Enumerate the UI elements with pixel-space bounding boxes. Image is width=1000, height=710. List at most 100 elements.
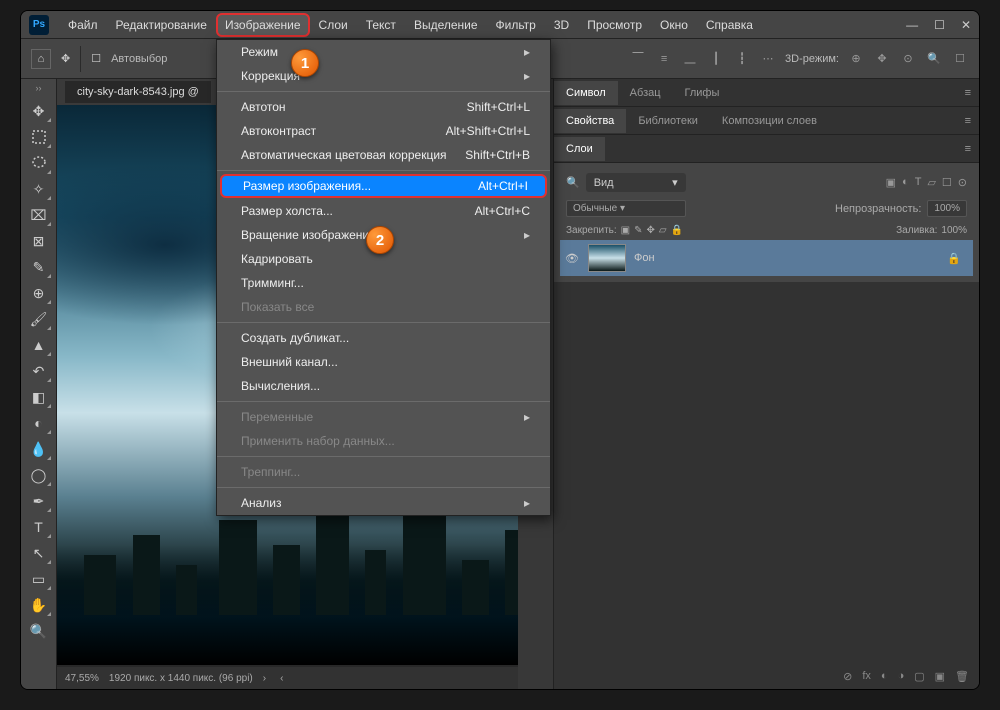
tab-glyphs[interactable]: Глифы: [673, 81, 732, 105]
3d-zoom-icon[interactable]: ⊙: [899, 50, 917, 68]
align-left-icon[interactable]: ┃: [707, 50, 725, 68]
menu-item-trim[interactable]: Тримминг...: [217, 271, 550, 295]
layer-filter-select[interactable]: Вид▾: [586, 173, 686, 192]
gradient-tool[interactable]: ◐: [26, 411, 52, 435]
panel-menu-icon[interactable]: ≡: [957, 143, 979, 155]
autoselect-checkbox[interactable]: ☐: [91, 52, 101, 65]
more-icon[interactable]: ⋯: [759, 50, 777, 68]
close-button[interactable]: ✕: [961, 18, 971, 32]
marquee-tool[interactable]: [26, 125, 52, 149]
link-layers-icon[interactable]: ⊘: [843, 670, 852, 683]
hand-tool[interactable]: ✋: [26, 593, 52, 617]
filter-toggle-icon[interactable]: ⊙: [958, 176, 967, 189]
dodge-tool[interactable]: ◯: [26, 463, 52, 487]
menu-text[interactable]: Текст: [357, 13, 405, 37]
panel-menu-icon[interactable]: ≡: [957, 115, 979, 127]
shape-tool[interactable]: ▭: [26, 567, 52, 591]
adjustment-icon[interactable]: ◑: [898, 670, 905, 682]
tab-layer-comps[interactable]: Композиции слоев: [710, 109, 829, 133]
eyedropper-tool[interactable]: ✎: [26, 255, 52, 279]
expand-tools-icon[interactable]: ››: [36, 83, 42, 97]
menu-3d[interactable]: 3D: [545, 13, 578, 37]
menu-select[interactable]: Выделение: [405, 13, 487, 37]
pen-tool[interactable]: ✒: [26, 489, 52, 513]
tab-libraries[interactable]: Библиотеки: [626, 109, 710, 133]
fx-icon[interactable]: fx: [862, 670, 871, 682]
layer-row-background[interactable]: 👁 Фон 🔒: [560, 240, 973, 276]
menu-help[interactable]: Справка: [697, 13, 762, 37]
3d-pan-icon[interactable]: ✥: [873, 50, 891, 68]
home-icon[interactable]: ⌂: [31, 49, 51, 69]
share-icon[interactable]: ☐: [951, 50, 969, 68]
menu-item-adjustments[interactable]: Коррекция▸: [217, 64, 550, 88]
status-nav-left-icon[interactable]: ‹: [280, 673, 283, 684]
menu-item-mode[interactable]: Режим▸: [217, 40, 550, 64]
menu-item-image-size[interactable]: Размер изображения...Alt+Ctrl+I: [220, 174, 547, 198]
menu-item-autotone[interactable]: АвтотонShift+Ctrl+L: [217, 95, 550, 119]
filter-pixel-icon[interactable]: ▣: [886, 176, 896, 189]
menu-item-duplicate[interactable]: Создать дубликат...: [217, 326, 550, 350]
group-icon[interactable]: ▢: [914, 670, 924, 683]
menu-image[interactable]: Изображение: [216, 13, 310, 37]
menu-layers[interactable]: Слои: [310, 13, 357, 37]
fill-value[interactable]: 100%: [941, 225, 967, 236]
move-tool[interactable]: ✥: [26, 99, 52, 123]
history-brush-tool[interactable]: ↶: [26, 359, 52, 383]
tab-layers[interactable]: Слои: [554, 137, 605, 161]
menu-item-apply-image[interactable]: Внешний канал...: [217, 350, 550, 374]
stamp-tool[interactable]: ▲: [26, 333, 52, 357]
frame-tool[interactable]: ⊠: [26, 229, 52, 253]
menu-item-calculations[interactable]: Вычисления...: [217, 374, 550, 398]
lock-all-icon[interactable]: 🔒: [671, 225, 683, 236]
filter-adjust-icon[interactable]: ◐: [902, 176, 909, 189]
layer-name[interactable]: Фон: [634, 252, 655, 264]
document-tab[interactable]: city-sky-dark-8543.jpg @: [65, 81, 211, 103]
menu-item-autocolor[interactable]: Автоматическая цветовая коррекцияShift+C…: [217, 143, 550, 167]
opacity-value[interactable]: 100%: [927, 200, 967, 217]
maximize-button[interactable]: ☐: [934, 18, 945, 32]
zoom-tool[interactable]: 🔍: [26, 619, 52, 643]
zoom-level[interactable]: 47,55%: [65, 673, 99, 684]
menu-item-canvas-size[interactable]: Размер холста...Alt+Ctrl+C: [217, 199, 550, 223]
blur-tool[interactable]: 💧: [26, 437, 52, 461]
filter-smart-icon[interactable]: ☐: [942, 176, 952, 189]
menu-filter[interactable]: Фильтр: [487, 13, 545, 37]
status-chevron-icon[interactable]: ›: [263, 673, 266, 684]
lasso-tool[interactable]: [26, 151, 52, 175]
filter-type-icon[interactable]: T: [915, 176, 922, 189]
menu-item-analysis[interactable]: Анализ▸: [217, 491, 550, 515]
menu-view[interactable]: Просмотр: [578, 13, 651, 37]
crop-tool[interactable]: ⌧: [26, 203, 52, 227]
tab-properties[interactable]: Свойства: [554, 109, 626, 133]
eraser-tool[interactable]: ◧: [26, 385, 52, 409]
panel-menu-icon[interactable]: ≡: [957, 87, 979, 99]
align-bottom-icon[interactable]: ⎽: [681, 50, 699, 68]
align-hcenter-icon[interactable]: ┇: [733, 50, 751, 68]
menu-edit[interactable]: Редактирование: [107, 13, 216, 37]
menu-window[interactable]: Окно: [651, 13, 697, 37]
wand-tool[interactable]: ✧: [26, 177, 52, 201]
align-top-icon[interactable]: ⎺: [629, 50, 647, 68]
lock-pixels-icon[interactable]: ▣: [621, 225, 630, 236]
delete-icon[interactable]: 🗑: [955, 670, 969, 683]
lock-artboard-icon[interactable]: ▱: [659, 225, 667, 236]
filter-shape-icon[interactable]: ▱: [927, 176, 935, 189]
tab-character[interactable]: Символ: [554, 81, 618, 105]
align-vcenter-icon[interactable]: ≡: [655, 50, 673, 68]
mask-icon[interactable]: ◐: [881, 670, 888, 682]
lock-position-icon[interactable]: ✎: [634, 225, 642, 236]
menu-item-autocontrast[interactable]: АвтоконтрастAlt+Shift+Ctrl+L: [217, 119, 550, 143]
filter-search-icon[interactable]: 🔍: [566, 176, 580, 189]
blend-mode-select[interactable]: Обычные ▾: [566, 200, 686, 217]
lock-icon[interactable]: 🔒: [947, 252, 969, 265]
minimize-button[interactable]: —: [906, 18, 918, 32]
menu-file[interactable]: Файл: [59, 13, 107, 37]
visibility-icon[interactable]: 👁: [564, 252, 580, 265]
lock-move-icon[interactable]: ✥: [647, 225, 655, 236]
healing-tool[interactable]: ⊕: [26, 281, 52, 305]
new-layer-icon[interactable]: ▣: [935, 670, 945, 683]
type-tool[interactable]: T: [26, 515, 52, 539]
path-tool[interactable]: ↖: [26, 541, 52, 565]
3d-orbit-icon[interactable]: ⊕: [847, 50, 865, 68]
brush-tool[interactable]: 🖌: [26, 307, 52, 331]
